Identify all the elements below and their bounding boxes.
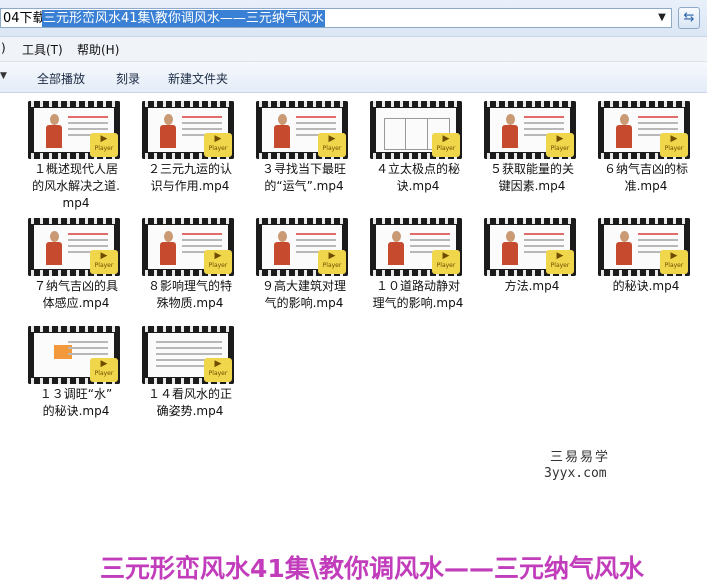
- video-thumbnail: ▶ Player: [598, 101, 690, 159]
- presenter-figure: [160, 114, 176, 148]
- player-badge-icon: ▶ Player: [204, 133, 232, 157]
- file-item[interactable]: ▶ Player ６纳气吉凶的标 准.mp4: [590, 93, 702, 203]
- play-all-button[interactable]: 全部播放: [37, 70, 85, 87]
- presenter-figure: [502, 231, 518, 265]
- video-thumbnail: ▶ Player: [370, 218, 462, 276]
- file-list: ▶ Player １４看风水的正 确姿势.mp4 ▶ Player １３调旺“水” 的秘诀.m…: [0, 93, 707, 583]
- file-name: ８影响理气的特 殊物质.mp4: [147, 279, 232, 310]
- presenter-figure: [46, 231, 62, 265]
- player-badge-icon: ▶ Player: [90, 358, 118, 382]
- player-badge-icon: ▶ Player: [318, 250, 346, 274]
- presenter-figure: [502, 114, 518, 148]
- file-item[interactable]: ▶ Player １概述现代人居 的风水解决之道. mp4: [20, 93, 132, 210]
- file-name: ７纳气吉凶的具 体感应.mp4: [33, 279, 118, 310]
- address-bar[interactable]: 04下载\ 三元形峦风水41集\教你调风水——三元纳气风水 ▼: [0, 8, 672, 28]
- watermark-site: 3yyx.com: [544, 466, 607, 481]
- video-thumbnail: ▶ Player: [28, 101, 120, 159]
- player-badge-icon: ▶ Player: [204, 358, 232, 382]
- file-item[interactable]: ▶ Player １４看风水的正 确姿势.mp4: [134, 318, 246, 428]
- new-folder-button[interactable]: 新建文件夹: [168, 70, 228, 87]
- video-thumbnail: ▶ Player: [484, 218, 576, 276]
- file-name: ４立太极点的秘 诀.mp4: [375, 162, 460, 193]
- menu-item-tools[interactable]: 工具(T): [22, 41, 63, 58]
- menu-bar: ) 工具(T) 帮助(H): [0, 37, 707, 62]
- presenter-figure: [274, 231, 290, 265]
- presenter-figure: [616, 231, 632, 265]
- file-name: ３寻找当下最旺 的“运气”.mp4: [261, 162, 346, 193]
- player-badge-icon: ▶ Player: [432, 250, 460, 274]
- video-thumbnail: ▶ Player: [142, 218, 234, 276]
- video-thumbnail: ▶ Player: [598, 218, 690, 276]
- video-thumbnail: ▶ Player: [142, 101, 234, 159]
- address-path-selected[interactable]: 三元形峦风水41集\教你调风水——三元纳气风水: [42, 10, 325, 27]
- video-thumbnail: ▶ Player: [256, 218, 348, 276]
- refresh-button[interactable]: ⇆: [678, 7, 700, 29]
- refresh-icon: ⇆: [683, 10, 695, 25]
- video-thumbnail: ▶ Player: [28, 218, 120, 276]
- file-item[interactable]: ▶ Player ７纳气吉凶的具 体感应.mp4: [20, 210, 132, 320]
- video-thumbnail: ▶ Player: [142, 326, 234, 384]
- file-name: １３调旺“水” 的秘诀.mp4: [39, 387, 113, 418]
- file-name: ９高大建筑对理 气的影响.mp4: [261, 279, 346, 310]
- video-thumbnail: ▶ Player: [28, 326, 120, 384]
- video-thumbnail: ▶ Player: [256, 101, 348, 159]
- caption-text: 三元形峦风水41集\教你调风水——三元纳气风水: [100, 554, 644, 583]
- file-name: ５获取能量的关 键因素.mp4: [489, 162, 574, 193]
- file-item[interactable]: ▶ Player ９高大建筑对理 气的影响.mp4: [248, 210, 360, 320]
- presenter-figure: [274, 114, 290, 148]
- watermark-title: 三易易学: [550, 450, 611, 465]
- player-badge-icon: ▶ Player: [90, 250, 118, 274]
- watermark-box: 三易易学 3yyx.com: [451, 438, 659, 485]
- address-bar-row: 04下载\ 三元形峦风水41集\教你调风水——三元纳气风水 ▼ ⇆: [0, 0, 707, 37]
- file-item[interactable]: ▶ Player 的秘诀.mp4: [590, 210, 702, 320]
- menu-item-help[interactable]: 帮助(H): [77, 41, 119, 58]
- file-item[interactable]: ▶ Player ３寻找当下最旺 的“运气”.mp4: [248, 93, 360, 203]
- file-item[interactable]: ▶ Player ８影响理气的特 殊物质.mp4: [134, 210, 246, 320]
- player-badge-icon: ▶ Player: [546, 250, 574, 274]
- presenter-figure: [616, 114, 632, 148]
- file-item[interactable]: ▶ Player ４立太极点的秘 诀.mp4: [362, 93, 474, 203]
- chevron-down-icon[interactable]: ▼: [0, 71, 7, 81]
- file-name: １概述现代人居 的风水解决之道. mp4: [32, 162, 120, 210]
- toolbar: ▼ 全部播放 刻录 新建文件夹: [0, 62, 707, 93]
- file-name: １０道路动静对 理气的影响.mp4: [372, 279, 464, 310]
- player-badge-icon: ▶ Player: [432, 133, 460, 157]
- player-badge-icon: ▶ Player: [318, 133, 346, 157]
- slide-text-lines: [68, 341, 108, 359]
- video-thumbnail: ▶ Player: [370, 101, 462, 159]
- file-name: 的秘诀.mp4: [612, 279, 680, 293]
- presenter-figure: [388, 231, 404, 265]
- file-name: ２三元九运的认 识与作用.mp4: [147, 162, 232, 193]
- chevron-down-icon[interactable]: ▼: [655, 10, 669, 26]
- file-item[interactable]: ▶ Player 方法.mp4: [476, 210, 588, 320]
- player-badge-icon: ▶ Player: [660, 133, 688, 157]
- presenter-figure: [46, 114, 62, 148]
- presenter-figure: [160, 231, 176, 265]
- player-badge-icon: ▶ Player: [660, 250, 688, 274]
- file-item[interactable]: ▶ Player １３调旺“水” 的秘诀.mp4: [20, 318, 132, 428]
- player-badge-icon: ▶ Player: [546, 133, 574, 157]
- video-thumbnail: ▶ Player: [484, 101, 576, 159]
- burn-button[interactable]: 刻录: [116, 70, 140, 87]
- file-name: ６纳气吉凶的标 准.mp4: [603, 162, 688, 193]
- file-item[interactable]: ▶ Player ５获取能量的关 键因素.mp4: [476, 93, 588, 203]
- file-item[interactable]: ▶ Player ２三元九运的认 识与作用.mp4: [134, 93, 246, 203]
- file-name: 方法.mp4: [504, 279, 560, 293]
- player-badge-icon: ▶ Player: [204, 250, 232, 274]
- menu-item-view-partial[interactable]: ): [1, 41, 6, 55]
- file-item[interactable]: ▶ Player １０道路动静对 理气的影响.mp4: [362, 210, 474, 320]
- file-name: １４看风水的正 确姿势.mp4: [147, 387, 232, 418]
- player-badge-icon: ▶ Player: [90, 133, 118, 157]
